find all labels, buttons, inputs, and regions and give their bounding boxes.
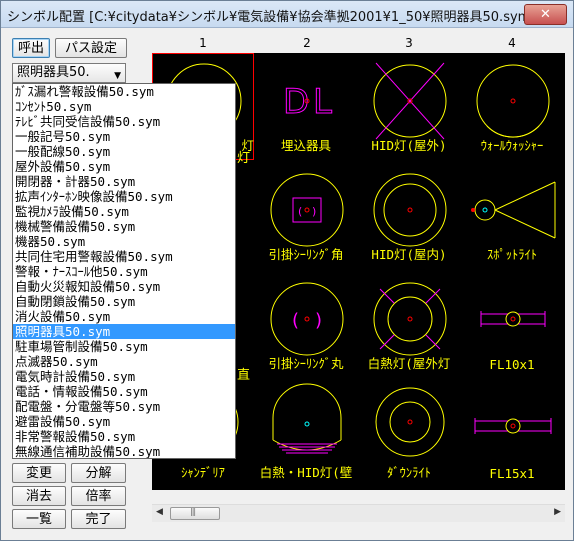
scale-button[interactable]: 倍率 — [71, 486, 126, 506]
done-button[interactable]: 完了 — [71, 509, 126, 529]
svg-text:): ) — [315, 310, 322, 331]
erase-button[interactable]: 消去 — [12, 486, 66, 506]
symbol-cell[interactable]: 白熱灯(屋外灯 — [358, 271, 460, 378]
close-button[interactable]: ✕ — [524, 4, 567, 25]
path-settings-button[interactable]: パス設定 — [55, 38, 127, 58]
dropdown-option[interactable]: 配電盤・分電盤等50.sym — [13, 399, 235, 414]
dropdown-option[interactable]: 自動閉鎖設備50.sym — [13, 294, 235, 309]
dropdown-option[interactable]: 避雷設備50.sym — [13, 414, 235, 429]
symbol-label: 引掛ｼｰﾘﾝｸﾞ角 — [268, 247, 344, 262]
dropdown-option[interactable]: 自動火災報知設備50.sym — [13, 279, 235, 294]
decompose-button[interactable]: 分解 — [71, 463, 126, 483]
dropdown-option[interactable]: 非常警報設備50.sym — [13, 429, 235, 444]
symbol-cell[interactable]: FL15x1 — [461, 380, 563, 487]
symbol-file-select-value: 照明器具50. — [17, 65, 90, 80]
title-bar[interactable]: シンボル配置 [C:¥citydata¥シンボル¥電気設備¥協会準拠2001¥1… — [1, 1, 573, 28]
dropdown-option[interactable]: 点滅器50.sym — [13, 354, 235, 369]
dropdown-option[interactable]: 消火設備50.sym — [13, 309, 235, 324]
dropdown-option[interactable]: 拡声ｲﾝﾀｰﾎﾝ映像設備50.sym — [13, 189, 235, 204]
symbol-label: 引掛ｼｰﾘﾝｸﾞ丸 — [268, 356, 344, 371]
dropdown-option[interactable]: 屋外設備50.sym — [13, 159, 235, 174]
dropdown-option[interactable]: 機器50.sym — [13, 234, 235, 249]
symbol-cell[interactable]: 白熱・HID灯(壁 — [255, 380, 357, 487]
symbol-cell[interactable]: D L 埋込器具 — [255, 53, 357, 160]
dropdown-option[interactable]: 無線通信補助設備50.sym — [13, 444, 235, 458]
window-title: シンボル配置 [C:¥citydata¥シンボル¥電気設備¥協会準拠2001¥1… — [7, 10, 536, 25]
horizontal-scrollbar[interactable]: ◀ ||| ▶ — [152, 504, 565, 522]
dropdown-option[interactable]: 警報・ﾅｰｽｺｰﾙ他50.sym — [13, 264, 235, 279]
symbol-label: ｼｬﾝﾃﾞﾘｱ — [181, 465, 225, 480]
symbol-cell[interactable]: ｳｫｰﾙｳｫｯｼｬｰ — [461, 53, 563, 160]
dropdown-option[interactable]: 駐車場管制設備50.sym — [13, 339, 235, 354]
symbol-label: 白熱・HID灯(壁 — [259, 465, 353, 480]
dropdown-option[interactable]: ｶﾞｽ漏れ警報設備50.sym — [13, 84, 235, 99]
symbol-label: 埋込器具 — [280, 138, 331, 153]
dropdown-option[interactable]: 機械警備設備50.sym — [13, 219, 235, 234]
obscured-label-fragment: 灯 — [237, 151, 251, 166]
list-button[interactable]: 一覧 — [12, 509, 66, 529]
dropdown-option[interactable]: ﾃﾚﾋﾞ共同受信設備50.sym — [13, 114, 235, 129]
call-button[interactable]: 呼出 — [12, 38, 50, 58]
symbol-label: ﾀﾞｳﾝﾗｲﾄ — [387, 465, 431, 480]
grip-icon: ||| — [190, 507, 196, 516]
svg-text:(: ( — [292, 310, 299, 331]
symbol-cell[interactable]: ( ) 引掛ｼｰﾘﾝｸﾞ丸 — [255, 271, 357, 378]
svg-text:): ) — [312, 205, 316, 218]
dropdown-option-selected[interactable]: 照明器具50.sym — [13, 324, 235, 339]
symbol-label: ｳｫｰﾙｳｫｯｼｬｰ — [480, 138, 544, 153]
symbol-label: ｽﾎﾟｯﾄﾗｲﾄ — [486, 247, 537, 262]
obscured-label-fragment: 直 — [237, 368, 251, 383]
column-number: 1 — [199, 36, 207, 50]
column-number: 3 — [405, 36, 413, 50]
symbol-placement-window: シンボル配置 [C:¥citydata¥シンボル¥電気設備¥協会準拠2001¥1… — [0, 0, 574, 541]
column-number: 2 — [303, 36, 311, 50]
symbol-label: 白熱灯(屋外灯 — [367, 356, 451, 371]
dropdown-option[interactable]: ｺﾝｾﾝﾄ50.sym — [13, 99, 235, 114]
dropdown-option[interactable]: 電話・情報設備50.sym — [13, 384, 235, 399]
symbol-label: FL10x1 — [489, 357, 535, 372]
dropdown-option[interactable]: 開閉器・計器50.sym — [13, 174, 235, 189]
symbol-file-select[interactable]: 照明器具50. ▼ — [12, 63, 126, 83]
svg-text:L: L — [313, 82, 332, 122]
symbol-cell[interactable]: HID灯(屋外) — [358, 53, 460, 160]
symbol-cell[interactable]: ｽﾎﾟｯﾄﾗｲﾄ — [461, 162, 563, 269]
dropdown-option[interactable]: 共同住宅用警報設備50.sym — [13, 249, 235, 264]
symbol-label: FL15x1 — [489, 466, 535, 481]
symbol-label: HID灯(屋内) — [371, 247, 447, 262]
symbol-file-dropdown[interactable]: ｶﾞｽ漏れ警報設備50.sym ｺﾝｾﾝﾄ50.sym ﾃﾚﾋﾞ共同受信設備50… — [12, 83, 236, 459]
change-button[interactable]: 変更 — [12, 463, 66, 483]
symbol-cell[interactable]: FL10x1 — [461, 271, 563, 378]
column-number: 4 — [508, 36, 516, 50]
dropdown-option[interactable]: 一般配線50.sym — [13, 144, 235, 159]
scroll-left-icon[interactable]: ◀ — [156, 507, 163, 517]
dropdown-option[interactable]: 一般記号50.sym — [13, 129, 235, 144]
dropdown-option[interactable]: 監視ｶﾒﾗ設備50.sym — [13, 204, 235, 219]
svg-text:(: ( — [298, 205, 302, 218]
symbol-cell[interactable]: ( ) 引掛ｼｰﾘﾝｸﾞ角 — [255, 162, 357, 269]
symbol-cell[interactable]: ﾀﾞｳﾝﾗｲﾄ — [358, 380, 460, 487]
dropdown-option[interactable]: 電気時計設備50.sym — [13, 369, 235, 384]
symbol-cell[interactable]: HID灯(屋内) — [358, 162, 460, 269]
symbol-label: HID灯(屋外) — [371, 138, 447, 153]
scroll-right-icon[interactable]: ▶ — [554, 507, 561, 517]
